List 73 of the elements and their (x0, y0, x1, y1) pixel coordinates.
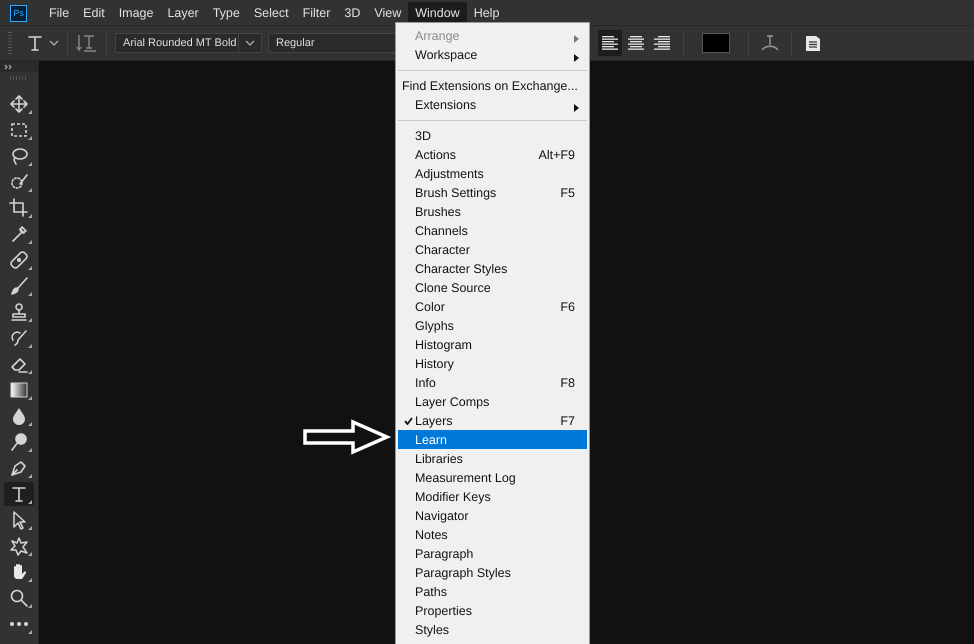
gradient-icon (9, 380, 29, 400)
align-button[interactable] (598, 30, 622, 56)
expand-chevrons-icon (4, 64, 13, 70)
font-family-dropdown[interactable]: Arial Rounded MT Bold (115, 33, 262, 53)
brush-selection-icon (9, 172, 29, 192)
menu-item[interactable]: Select (246, 2, 296, 24)
menu-item[interactable]: Character (398, 240, 587, 259)
menu-item[interactable]: Measurement Log (398, 468, 587, 487)
brush-icon (9, 276, 29, 296)
menu-item[interactable]: Paragraph Styles (398, 563, 587, 582)
dodge-icon (9, 432, 29, 452)
menu-item[interactable]: Filter (296, 2, 338, 24)
align-left-icon (600, 33, 620, 53)
crop-icon (9, 198, 29, 218)
menu-item[interactable]: Window (408, 2, 467, 24)
blob-shape-icon (9, 536, 29, 556)
menu-item[interactable]: Styles (398, 620, 587, 639)
menu-item[interactable]: Find Extensions on Exchange... (398, 76, 587, 95)
menu-item[interactable]: Notes (398, 525, 587, 544)
menu-item[interactable]: View (367, 2, 408, 24)
submenu-arrow-icon (574, 54, 579, 62)
menu-item[interactable]: Brushes (398, 202, 587, 221)
menu-item[interactable]: Brush Settings F5 (398, 183, 587, 202)
lasso-icon (9, 146, 29, 166)
menu-item[interactable]: Navigator (398, 506, 587, 525)
submenu-arrow-icon (574, 104, 579, 112)
more-dots-icon (9, 622, 29, 626)
menu-item[interactable]: 3D (337, 2, 368, 24)
caret-icon (49, 40, 59, 46)
dashed-rectangle-icon (9, 120, 29, 140)
menu-item[interactable]: Image (112, 2, 160, 24)
menu-item[interactable]: Glyphs (398, 316, 587, 335)
text-t-icon (26, 34, 44, 52)
app-logo: Ps (10, 4, 27, 22)
menu-item[interactable]: File (42, 2, 76, 24)
menu-item[interactable]: Layer (160, 2, 206, 24)
menu-item[interactable]: Type (206, 2, 247, 24)
menu-item[interactable]: History (398, 354, 587, 373)
menu-item[interactable]: Actions Alt+F9 (398, 145, 587, 164)
menu-item[interactable]: Character Styles (398, 259, 587, 278)
menu-item[interactable]: Histogram (398, 335, 587, 354)
menu-item[interactable]: Modifier Keys (398, 487, 587, 506)
menu-item[interactable]: Edit (76, 2, 112, 24)
text-color-swatch[interactable] (702, 33, 730, 53)
align-center-icon (626, 33, 646, 53)
align-right-icon (652, 33, 672, 53)
menu-item[interactable]: Adjustments (398, 164, 587, 183)
stamp-icon (9, 302, 29, 322)
search-icon (9, 588, 29, 608)
menu-item[interactable]: Info F8 (398, 373, 587, 392)
panel-list-icon (804, 34, 822, 52)
menu-item[interactable]: Layers F7 (398, 411, 587, 430)
text-orientation-icon (76, 33, 98, 53)
menu-item[interactable]: Layer Comps (398, 392, 587, 411)
menu-item[interactable]: Libraries (398, 449, 587, 468)
menu-item[interactable]: Help (466, 2, 506, 24)
menu-item[interactable]: Paths (398, 582, 587, 601)
four-way-arrow-icon (9, 94, 29, 114)
warp-text-icon (760, 33, 780, 53)
bandage-icon (9, 250, 29, 270)
outline-arrow-icon (303, 419, 391, 455)
submenu-arrow-icon (574, 35, 579, 43)
text-t-tool-button[interactable] (4, 482, 34, 506)
caret-icon (245, 40, 255, 46)
menu-item[interactable]: Properties (398, 601, 587, 620)
menu-item[interactable]: Channels (398, 221, 587, 240)
menu-item[interactable]: Extensions (398, 95, 587, 114)
menu-item[interactable]: Learn (398, 430, 587, 449)
menu-item[interactable]: 3D (398, 126, 587, 145)
menu-item[interactable]: Color F6 (398, 297, 587, 316)
curl-brush-icon (9, 328, 29, 348)
menu-item[interactable]: Paragraph (398, 544, 587, 563)
menu-item[interactable]: Clone Source (398, 278, 587, 297)
